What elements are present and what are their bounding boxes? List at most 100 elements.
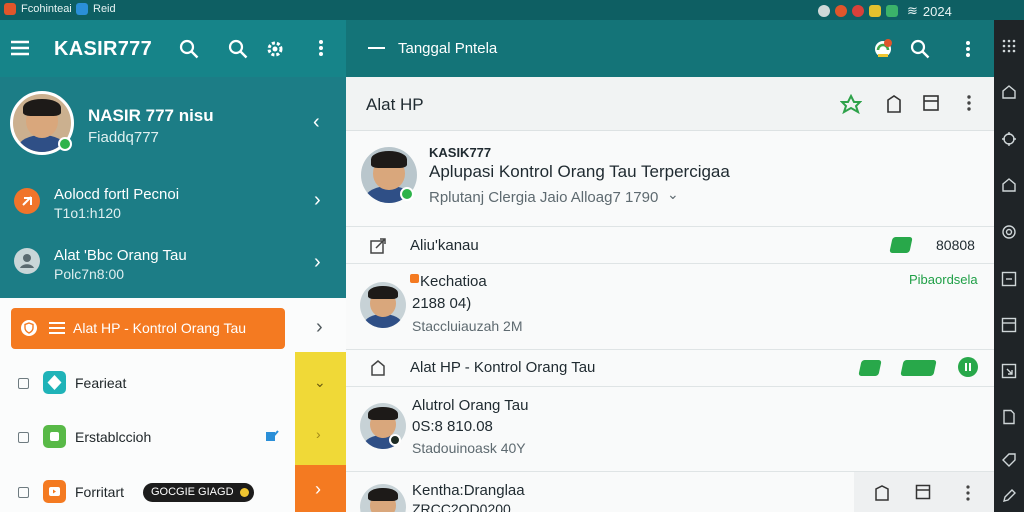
sync-icon bbox=[818, 5, 830, 17]
chevron-right-icon: › bbox=[315, 479, 321, 499]
bookmark-icon[interactable] bbox=[874, 484, 890, 502]
puzzle-icon[interactable] bbox=[840, 94, 862, 114]
list-item-aliukanau[interactable]: Aliu'kanau 80808 bbox=[346, 227, 994, 264]
apps-grid-icon[interactable] bbox=[1001, 38, 1017, 54]
clock-text: 2024 bbox=[922, 3, 952, 19]
chevron-down-icon: ⌄ bbox=[314, 374, 326, 390]
avatar bbox=[360, 282, 406, 328]
document-icon[interactable] bbox=[1001, 409, 1017, 425]
chevron-left-icon[interactable]: ‹ bbox=[313, 112, 320, 132]
square-app-icon bbox=[43, 425, 66, 448]
home-icon[interactable] bbox=[1001, 84, 1017, 100]
parental-shield-icon[interactable] bbox=[872, 38, 894, 60]
more-vert-icon[interactable] bbox=[963, 39, 973, 59]
profile-name: NASIR 777 nisu bbox=[88, 106, 214, 125]
window-icon[interactable] bbox=[1001, 317, 1017, 333]
home-icon bbox=[369, 359, 387, 377]
link-icon bbox=[14, 188, 40, 214]
row-actions bbox=[854, 472, 994, 512]
search-icon-secondary[interactable] bbox=[228, 39, 248, 59]
checkbox[interactable] bbox=[18, 487, 29, 498]
app-icon bbox=[76, 3, 88, 15]
list-item-label: Alat HP - Kontrol Orang Tau bbox=[410, 359, 596, 376]
sidebar-item-control[interactable]: Aolocd fortl Pecnoi T1o1:h120 › bbox=[0, 172, 346, 232]
menu-icon[interactable] bbox=[10, 39, 30, 57]
target-icon[interactable] bbox=[1001, 224, 1017, 240]
alert-icon bbox=[852, 5, 864, 17]
profile-handle: Fiaddq777 bbox=[88, 129, 159, 146]
user-icon bbox=[14, 248, 40, 274]
avatar bbox=[360, 484, 406, 512]
search-icon[interactable] bbox=[179, 39, 199, 59]
browser-tab-1[interactable]: Fcohinteai bbox=[4, 3, 72, 15]
sidebar-item-selected[interactable]: Alat HP - Kontrol Orang Tau bbox=[11, 308, 285, 349]
panel-icon[interactable] bbox=[1001, 271, 1017, 287]
sidebar-item-sub: T1o1:h120 bbox=[54, 205, 121, 221]
contact-name: Kechatioa bbox=[420, 273, 487, 290]
list-item-label: Erstablccioh bbox=[75, 429, 152, 445]
contact-status: Staccluiauzah 2M bbox=[412, 318, 523, 334]
contact-time: ZRCC2QD0200 bbox=[412, 501, 511, 512]
list-item-kechatioa[interactable]: Kechatioa 2188 04) Staccluiauzah 2M Piba… bbox=[346, 264, 994, 350]
external-link-icon bbox=[369, 237, 387, 255]
minus-icon[interactable] bbox=[368, 47, 385, 49]
list-item-alat-hp[interactable]: Alat HP - Kontrol Orang Tau bbox=[346, 350, 994, 387]
signal-icon bbox=[886, 5, 898, 17]
more-vert-icon[interactable] bbox=[316, 38, 326, 58]
chevron-right-icon[interactable]: › bbox=[316, 317, 323, 337]
window-icon[interactable] bbox=[915, 484, 931, 500]
status-chip-label: GOCGIE GIAGD bbox=[151, 486, 234, 498]
list-item-forritart[interactable]: Forritart GOCGIE GIAGD bbox=[0, 464, 295, 512]
house-icon[interactable] bbox=[1001, 177, 1017, 193]
battery-icon bbox=[869, 5, 881, 17]
expand-strip-orange[interactable]: › bbox=[295, 465, 346, 512]
section-header: Alat HP bbox=[346, 77, 994, 131]
tab-label: Fcohinteai bbox=[21, 3, 72, 15]
more-vert-icon[interactable] bbox=[964, 484, 972, 502]
bookmark-icon[interactable] bbox=[885, 94, 903, 114]
chevron-right-icon: › bbox=[314, 251, 321, 273]
checkbox[interactable] bbox=[18, 432, 29, 443]
browser-tab-2[interactable]: Reid bbox=[76, 3, 116, 15]
list-item-kentha[interactable]: Kentha:Dranglaa ZRCC2QD0200 bbox=[346, 472, 994, 512]
verified-icon bbox=[400, 187, 414, 201]
contact-name: Kentha:Dranglaa bbox=[412, 482, 525, 499]
contact-tag: Pibaordsela bbox=[909, 272, 978, 287]
sidebar-item-label: Alat 'Bbc Orang Tau bbox=[54, 247, 187, 264]
window-icon[interactable] bbox=[922, 94, 940, 112]
sidebar-item-orang-tau[interactable]: Alat 'Bbc Orang Tau Polc7n8:00 › bbox=[0, 234, 346, 294]
card-name: KASIK777 bbox=[429, 145, 492, 160]
sidebar-item-label: Aolocd fortl Pecnoi bbox=[54, 186, 180, 203]
shield-icon bbox=[21, 320, 37, 336]
check-icon bbox=[264, 429, 280, 443]
contact-name: Alutrol Orang Tau bbox=[412, 397, 529, 414]
more-vert-icon[interactable] bbox=[965, 94, 973, 112]
main-title: Tanggal Pntela bbox=[398, 40, 498, 57]
main-toolbar: Tanggal Pntela bbox=[346, 20, 994, 77]
extension-icon[interactable] bbox=[1001, 131, 1017, 147]
tag-icon[interactable] bbox=[1001, 452, 1017, 468]
list-item-fearieat[interactable]: Fearieat bbox=[0, 356, 295, 410]
list-item-label: Aliu'kanau bbox=[410, 237, 479, 254]
checkbox[interactable] bbox=[18, 378, 29, 389]
pen-icon[interactable] bbox=[1001, 488, 1017, 504]
section-title: Alat HP bbox=[366, 95, 424, 114]
expand-strip-yellow[interactable]: ⌄ › bbox=[295, 352, 346, 465]
chevron-right-icon: › bbox=[314, 189, 321, 211]
tab-label: Reid bbox=[93, 3, 116, 15]
gear-icon[interactable] bbox=[265, 39, 285, 59]
chevron-right-icon: › bbox=[316, 426, 321, 442]
status-bar: Fcohinteai Reid ≋ 2024 bbox=[0, 0, 1024, 20]
list-item-alutrol[interactable]: Alutrol Orang Tau 0S:8 810.08 Stadouinoa… bbox=[346, 387, 994, 472]
chevron-down-icon[interactable]: ⌄ bbox=[667, 186, 679, 203]
selected-label: Alat HP - Kontrol Orang Tau bbox=[73, 320, 247, 336]
list-item-label: Fearieat bbox=[75, 375, 127, 391]
open-external-icon[interactable] bbox=[1001, 363, 1017, 379]
contact-status: Stadouinoask 40Y bbox=[412, 440, 526, 456]
list-item-erstablccioh[interactable]: Erstablccioh bbox=[0, 410, 295, 464]
status-chip: GOCGIE GIAGD bbox=[143, 483, 254, 502]
search-icon[interactable] bbox=[910, 39, 930, 59]
profile-card[interactable]: KASIK777 Aplupasi Kontrol Orang Tau Terp… bbox=[346, 131, 994, 227]
profile-panel: NASIR 777 nisu Fiaddq777 ‹ Aolocd fortl … bbox=[0, 77, 346, 298]
right-rail bbox=[994, 20, 1024, 512]
